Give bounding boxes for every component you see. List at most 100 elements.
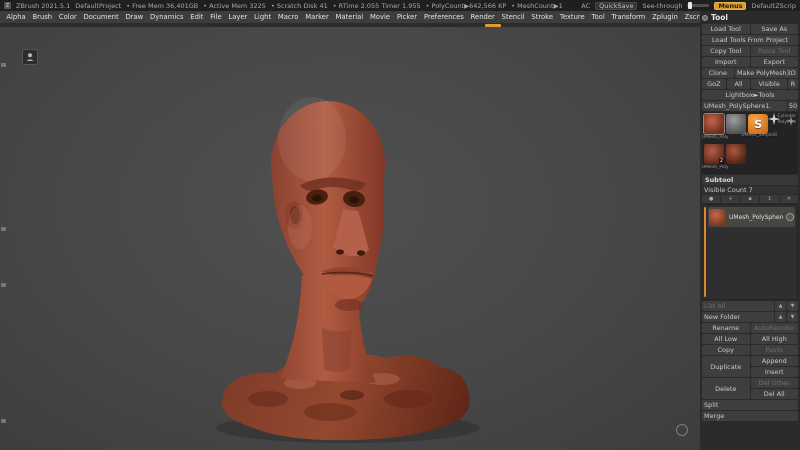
move-updown-icon[interactable]: ↕ (760, 195, 778, 203)
subtool-title: Subtool (705, 176, 733, 184)
subtool-list[interactable]: UMesh_PolySphere1 (702, 204, 798, 300)
see-through-slider-knob[interactable] (688, 2, 692, 9)
menu-item[interactable]: Color (56, 13, 81, 21)
titlebar-stat: • MeshCount▶1 (511, 2, 562, 10)
ac-label: AC (581, 2, 590, 10)
sculpt-head-model[interactable] (0, 27, 700, 450)
solo-icon[interactable]: ▪ (741, 195, 759, 203)
menu-item[interactable]: Dynamics (147, 13, 187, 21)
menu-item[interactable]: Light (251, 13, 275, 21)
ruler-mark (1, 63, 6, 67)
visible-count-label: Visible Count 7 (702, 186, 798, 194)
subtool-section-header[interactable]: Subtool (702, 175, 798, 185)
append-button[interactable]: Append (751, 356, 799, 366)
see-through-slider[interactable] (687, 4, 709, 7)
title-bar: Z ZBrush 2021.5.1 DefaultProject • Free … (0, 0, 800, 11)
folder-up-button[interactable]: ▲ (775, 312, 786, 322)
document-user-button[interactable] (22, 49, 38, 65)
all-low-button[interactable]: All Low (702, 334, 750, 344)
viewport-canvas[interactable] (0, 27, 700, 450)
new-folder-button[interactable]: New Folder (702, 312, 774, 322)
menu-item[interactable]: Layer (225, 13, 251, 21)
tool-thumb-history[interactable] (726, 144, 746, 164)
current-tool-value: 50 (788, 101, 798, 111)
menu-item[interactable]: Zplugin (649, 13, 681, 21)
tool-thumb-current[interactable]: UMesh_PolySph (704, 114, 724, 134)
menu-item[interactable]: Transform (608, 13, 649, 21)
tool-thumb-polysphere[interactable] (726, 114, 746, 134)
tool-palette-header[interactable]: Tool (702, 12, 798, 23)
make-polymesh3d-button[interactable]: Make PolyMesh3D (735, 68, 798, 78)
lightbox-tools-button[interactable]: Lightbox►Tools (702, 90, 798, 100)
eye-icon[interactable]: ● (702, 195, 720, 203)
merge-button[interactable]: Merge (702, 411, 798, 421)
menu-item[interactable]: Stroke (528, 13, 556, 21)
subtool-scrollbar[interactable] (704, 207, 706, 297)
copy-subtool-button[interactable]: Copy (702, 345, 750, 355)
app-version: ZBrush 2021.5.1 (16, 2, 70, 10)
rename-button[interactable]: Rename (702, 323, 750, 333)
tool-thumb-history[interactable]: 2 UMesh_PolySph (704, 144, 724, 164)
see-through-label: See-through (642, 2, 682, 10)
insert-button[interactable]: Insert (751, 367, 799, 377)
folder-down-button[interactable]: ▼ (787, 312, 798, 322)
titlebar-stat: • PolyCount▶642,566 KP (426, 2, 507, 10)
thumb-caption: Cylinder PolyMes (766, 114, 796, 126)
menu-item[interactable]: Material (332, 13, 366, 21)
menu-item[interactable]: Edit (187, 13, 207, 21)
subtool-mini-toolbar: ● + ▪ ↕ ✕ (702, 195, 798, 203)
menu-item[interactable]: Texture (556, 13, 588, 21)
tool-palette: Tool Load Tool Save As Load Tools From P… (700, 11, 800, 450)
menu-item[interactable]: Marker (302, 13, 332, 21)
tool-thumb-simplebrush[interactable]: S UMesh_Simple8 (748, 114, 768, 134)
menu-item[interactable]: Tool (588, 13, 608, 21)
menu-item[interactable]: Movie (367, 13, 394, 21)
duplicate-button[interactable]: Duplicate (702, 356, 750, 377)
export-button[interactable]: Export (751, 57, 799, 67)
menu-item[interactable]: Alpha (3, 13, 29, 21)
add-icon[interactable]: + (721, 195, 739, 203)
menu-item[interactable]: Brush (29, 13, 55, 21)
del-all-button[interactable]: Del All (751, 389, 799, 399)
menu-item[interactable]: File (207, 13, 225, 21)
list-all-button[interactable]: List All (702, 301, 774, 311)
subtool-thumbnail (709, 209, 726, 226)
titlebar-stat: • Scratch Disk 41 (271, 2, 328, 10)
menu-item[interactable]: Preferences (420, 13, 467, 21)
camera-gizmo-icon[interactable] (676, 424, 688, 436)
eye-icon[interactable] (786, 213, 794, 221)
goz-button[interactable]: GoZ (702, 79, 726, 89)
delete-button[interactable]: Delete (702, 378, 750, 399)
del-other-button: Del Other (751, 378, 799, 388)
tool-thumb-label: UMesh_PolySph (702, 165, 728, 170)
menu-item[interactable]: Stencil (498, 13, 528, 21)
tool-thumbnail-grid: Cylinder PolyMes UMesh_PolySph S UMesh_S… (702, 112, 798, 174)
clone-button[interactable]: Clone (702, 68, 734, 78)
quicksave-button[interactable]: QuickSave (595, 2, 637, 10)
copy-tool-button[interactable]: Copy Tool (702, 46, 750, 56)
current-tool-button[interactable]: UMesh_PolySphere1. (702, 101, 787, 111)
subtool-item-selected[interactable]: UMesh_PolySphere1 (708, 207, 795, 227)
save-as-button[interactable]: Save As (751, 24, 799, 34)
split-button[interactable]: Split (702, 400, 798, 410)
import-button[interactable]: Import (702, 57, 750, 67)
paste-subtool-button: Paste (751, 345, 799, 355)
menu-item[interactable]: Render (467, 13, 498, 21)
goz-r-button[interactable]: R (788, 79, 798, 89)
subtool-label: UMesh_PolySphere1 (729, 214, 783, 221)
all-high-button[interactable]: All High (751, 334, 799, 344)
ruler-mark (1, 227, 6, 231)
move-down-button[interactable]: ▼ (787, 301, 798, 311)
menu-item[interactable]: Document (80, 13, 122, 21)
load-tool-button[interactable]: Load Tool (702, 24, 750, 34)
load-tools-from-project-button[interactable]: Load Tools From Project (702, 35, 798, 45)
goz-visible-button[interactable]: Visible (751, 79, 787, 89)
menu-item[interactable]: Draw (122, 13, 147, 21)
tool-thumb-label: UMesh_PolySph (702, 135, 728, 140)
menus-button[interactable]: Menus (714, 2, 746, 10)
menu-item[interactable]: Macro (275, 13, 302, 21)
goz-all-button[interactable]: All (727, 79, 751, 89)
move-up-button[interactable]: ▲ (775, 301, 786, 311)
menu-item[interactable]: Picker (393, 13, 420, 21)
close-icon[interactable]: ✕ (780, 195, 798, 203)
